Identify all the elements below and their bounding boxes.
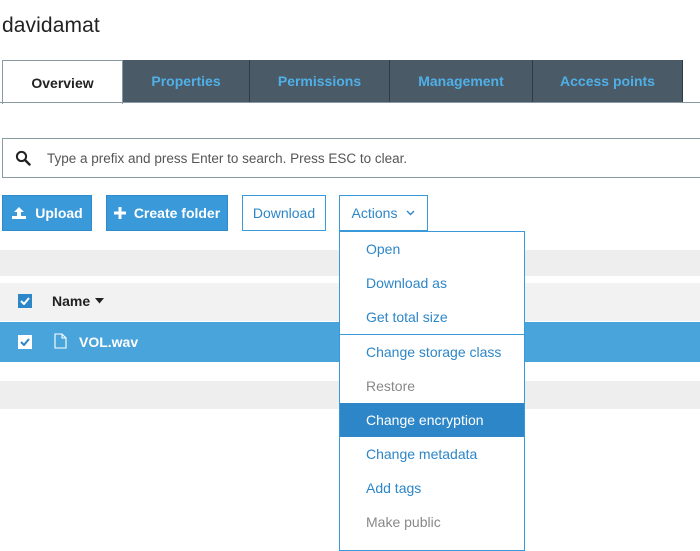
menu-item-add-tags[interactable]: Add tags xyxy=(340,471,524,505)
create-folder-button[interactable]: Create folder xyxy=(106,195,228,231)
menu-item-restore: Restore xyxy=(366,378,416,394)
check-icon xyxy=(20,338,30,346)
row-checkbox[interactable] xyxy=(18,335,32,349)
actions-button[interactable]: Actions xyxy=(339,195,428,231)
menu-item-change-storage-class[interactable]: Change storage class xyxy=(340,335,524,369)
upload-button[interactable]: Upload xyxy=(2,195,92,231)
menu-item-change-encryption[interactable]: Change encryption xyxy=(340,403,524,437)
page-title: davidamat xyxy=(2,14,100,37)
tab-bar: Overview Properties Permissions Manageme… xyxy=(0,60,700,104)
upload-icon xyxy=(11,206,27,220)
search-input[interactable] xyxy=(45,149,649,167)
upload-label: Upload xyxy=(35,205,83,221)
menu-item-get-total-size[interactable]: Get total size xyxy=(340,300,524,334)
menu-item-download-as[interactable]: Download as xyxy=(340,266,524,300)
download-label: Download xyxy=(252,205,316,221)
tab-properties[interactable]: Properties xyxy=(123,60,250,102)
tab-management[interactable]: Management xyxy=(390,60,533,102)
tab-overview[interactable]: Overview xyxy=(2,60,123,104)
plus-icon xyxy=(113,207,126,219)
tab-divider xyxy=(0,102,700,103)
file-name-link[interactable]: VOL.wav xyxy=(79,334,138,350)
create-folder-label: Create folder xyxy=(133,205,221,221)
search-bar xyxy=(2,138,700,178)
menu-item-change-metadata[interactable]: Change metadata xyxy=(340,437,524,471)
tab-access-points[interactable]: Access points xyxy=(533,60,683,102)
tab-permissions[interactable]: Permissions xyxy=(250,60,390,102)
name-column-header[interactable]: Name xyxy=(52,293,105,309)
name-column-label: Name xyxy=(52,293,91,309)
chevron-down-icon xyxy=(406,210,415,216)
select-all-checkbox[interactable] xyxy=(18,294,32,308)
file-icon xyxy=(54,333,67,349)
menu-item-make-public: Make public xyxy=(366,514,441,530)
menu-item-open[interactable]: Open xyxy=(340,232,524,266)
search-icon xyxy=(15,150,31,166)
actions-label: Actions xyxy=(351,205,398,221)
actions-dropdown-menu: Open Download as Get total size Change s… xyxy=(339,231,525,551)
download-button[interactable]: Download xyxy=(242,195,326,231)
check-icon xyxy=(20,297,30,305)
sort-desc-icon xyxy=(95,298,105,304)
